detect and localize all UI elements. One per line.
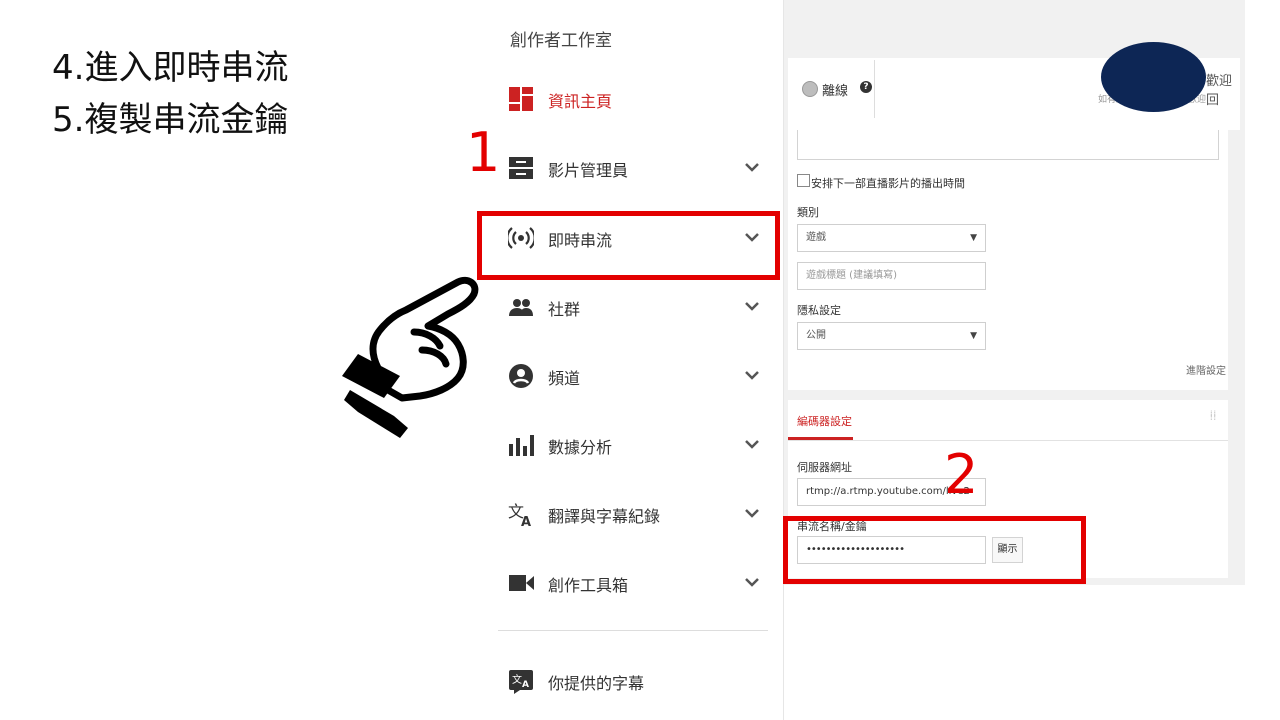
help-icon[interactable]: ? xyxy=(860,81,872,93)
sidebar-title: 創作者工作室 xyxy=(510,31,612,51)
sidebar-item-community[interactable]: 社群 xyxy=(498,286,782,326)
tab-divider xyxy=(788,440,1228,441)
schedule-checkbox[interactable] xyxy=(797,174,810,187)
category-label: 類別 xyxy=(797,206,819,219)
instruction-step-5: 5.複製串流金鑰 xyxy=(52,100,289,140)
chevron-down-icon[interactable] xyxy=(742,503,762,523)
chevron-down-icon[interactable] xyxy=(742,365,762,385)
sidebar-item-translations[interactable]: 文 A 翻譯與字幕紀錄 xyxy=(498,493,782,533)
svg-text:A: A xyxy=(521,515,531,527)
sidebar-item-create[interactable]: 創作工具箱 xyxy=(498,562,782,602)
sidebar-item-label: 社群 xyxy=(548,300,581,319)
caret-down-icon: ▼ xyxy=(970,331,977,341)
highlight-stream-key xyxy=(783,516,1086,584)
chevron-down-icon[interactable] xyxy=(742,296,762,316)
stream-info-card: 安排下一部直播影片的播出時間 類別 遊戲 ▼ 遊戲標題 (建議填寫) 隱私設定 … xyxy=(788,130,1228,390)
sidebar: 創作者工作室 資訊主頁 影片管理員 即時串流 社群 頻道 數據分析 文 A 翻譯… xyxy=(498,0,782,720)
caret-down-icon: ▼ xyxy=(970,233,977,243)
channel-icon xyxy=(509,364,533,388)
category-select[interactable]: 遊戲 ▼ xyxy=(797,224,986,252)
sidebar-item-your-subtitles[interactable]: 文 A 你提供的字幕 xyxy=(498,660,782,700)
privacy-label: 隱私設定 xyxy=(797,304,841,317)
annotation-step-1: 1 xyxy=(466,121,501,184)
sidebar-item-video-manager[interactable]: 影片管理員 xyxy=(498,147,782,187)
sidebar-item-label: 頻道 xyxy=(548,369,581,388)
header-separator xyxy=(874,60,875,118)
status-indicator-icon xyxy=(802,81,818,97)
chevron-down-icon[interactable] xyxy=(742,572,762,592)
sidebar-item-analytics[interactable]: 數據分析 xyxy=(498,424,782,464)
community-icon xyxy=(509,299,533,316)
server-url-label: 伺服器網址 xyxy=(797,461,852,474)
tab-encoder-settings[interactable]: 編碼器設定 xyxy=(797,413,852,429)
chevron-down-icon[interactable] xyxy=(742,434,762,454)
translate-icon: 文 A xyxy=(508,502,531,527)
analytics-icon xyxy=(509,435,534,456)
svg-text:文: 文 xyxy=(512,673,522,686)
chevron-down-icon[interactable] xyxy=(742,157,762,177)
status-label: 離線 xyxy=(822,84,849,99)
column-divider xyxy=(783,0,784,720)
category-select-value: 遊戲 xyxy=(806,232,826,243)
drag-handle-icon[interactable]: ⁞⁞ ⁞⁞ xyxy=(1210,410,1220,426)
video-manager-icon xyxy=(509,157,533,179)
schedule-next-label: 安排下一部直播影片的播出時間 xyxy=(811,177,965,190)
sidebar-item-label: 你提供的字幕 xyxy=(548,674,645,693)
sidebar-item-label: 創作工具箱 xyxy=(548,576,629,595)
dashboard-icon xyxy=(509,87,533,111)
redacted-avatar xyxy=(1101,42,1206,112)
privacy-select-value: 公開 xyxy=(806,330,826,341)
instruction-step-4: 4.進入即時串流 xyxy=(52,48,289,88)
sidebar-divider xyxy=(498,630,768,631)
video-camera-icon xyxy=(509,575,534,591)
sidebar-item-label: 數據分析 xyxy=(548,438,613,457)
sidebar-item-dashboard[interactable]: 資訊主頁 xyxy=(498,78,782,118)
annotation-step-2: 2 xyxy=(944,443,979,506)
advanced-settings-link[interactable]: 進階設定 xyxy=(1186,362,1226,377)
highlight-live-streaming xyxy=(477,211,780,280)
sidebar-item-label: 影片管理員 xyxy=(548,161,629,180)
svg-text:A: A xyxy=(522,680,529,690)
sidebar-item-label: 資訊主頁 xyxy=(548,92,613,111)
subtitles-icon: 文 A xyxy=(509,670,533,694)
pointing-hand-icon xyxy=(342,276,479,438)
sidebar-item-label: 翻譯與字幕紀錄 xyxy=(548,507,661,526)
game-title-input[interactable]: 遊戲標題 (建議填寫) xyxy=(797,262,986,290)
privacy-select[interactable]: 公開 ▼ xyxy=(797,322,986,350)
description-textarea[interactable] xyxy=(797,130,1219,160)
sidebar-item-channel[interactable]: 頻道 xyxy=(498,355,782,395)
